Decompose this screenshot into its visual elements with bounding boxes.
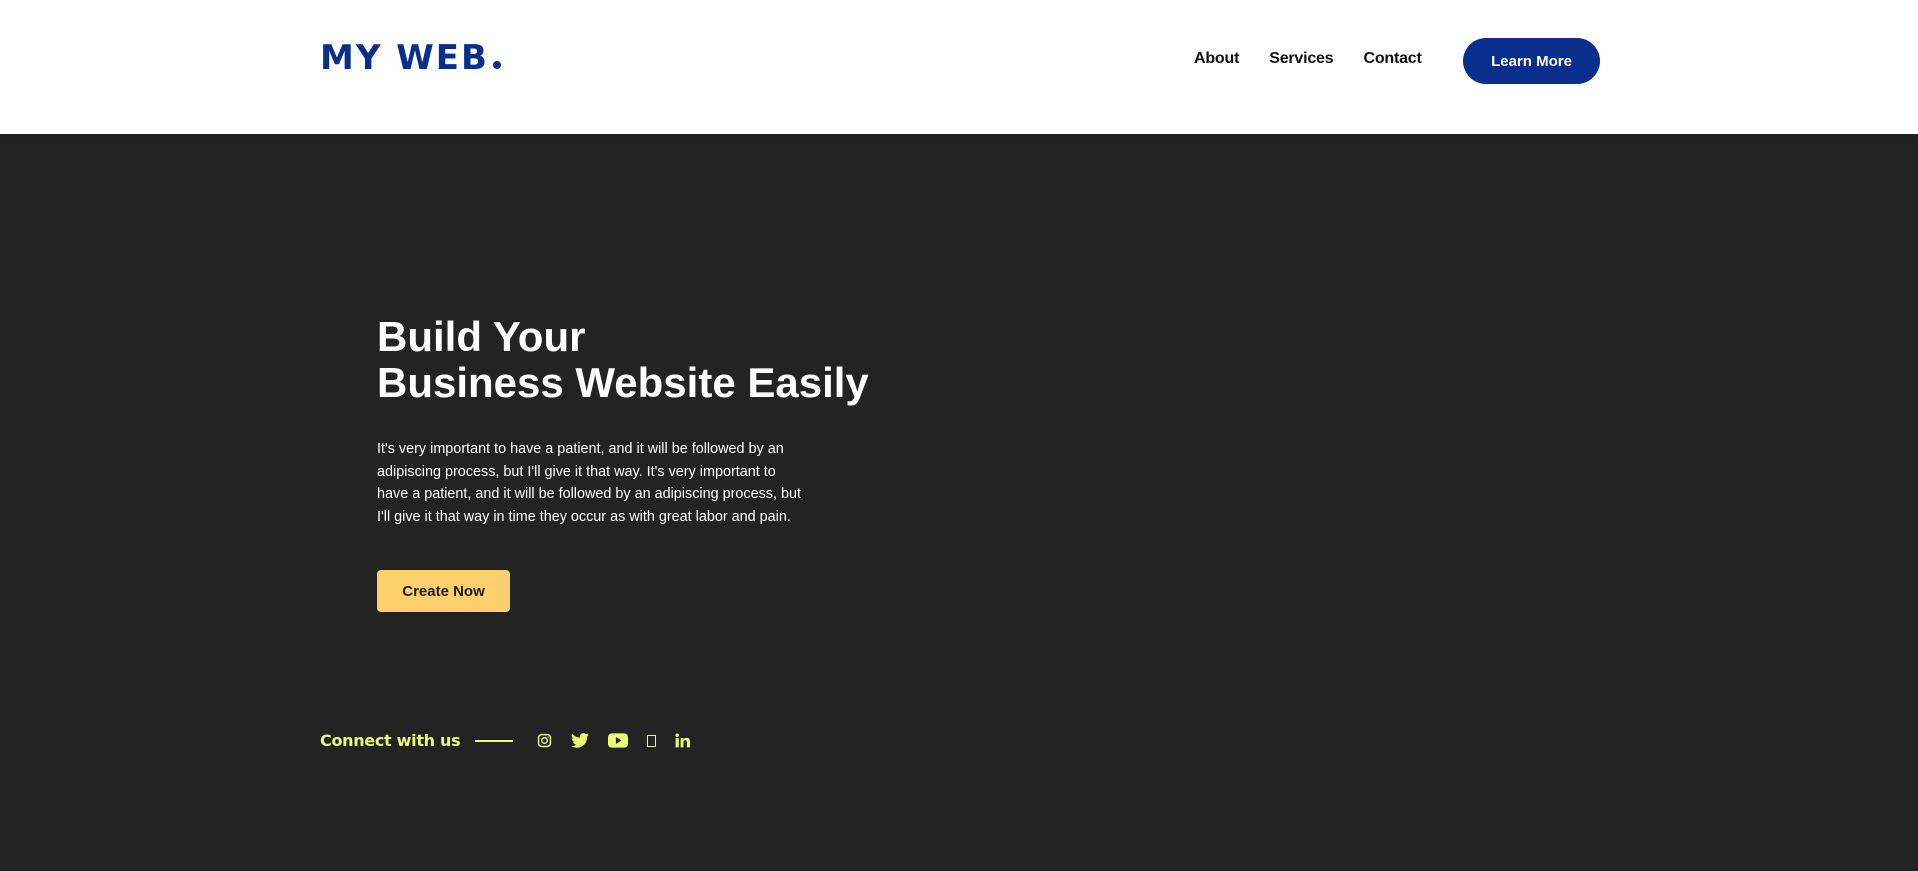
create-now-button[interactable]: Create Now (377, 570, 510, 612)
nav-link-about[interactable]: About (1194, 50, 1239, 68)
instagram-icon[interactable] (537, 733, 552, 748)
hero-title: Build Your Business Website Easily (377, 314, 869, 406)
social-links (537, 733, 691, 748)
nav-link-contact[interactable]: Contact (1363, 50, 1421, 68)
logo-dot (492, 61, 501, 69)
connect-with-us: Connect with us (320, 731, 691, 750)
linkedin-icon[interactable] (675, 733, 691, 748)
unknown-glyph-icon[interactable] (647, 734, 657, 747)
connect-divider (475, 739, 514, 742)
hero-description: It's very important to have a patient, a… (377, 441, 801, 525)
youtube-icon[interactable] (608, 733, 629, 748)
twitter-icon[interactable] (571, 733, 590, 748)
learn-more-button[interactable]: Learn More (1463, 38, 1600, 84)
connect-label: Connect with us (320, 731, 461, 750)
hero-title-line-2: Business Website Easily (377, 359, 869, 406)
hero-title-line-1: Build Your (377, 313, 586, 360)
site-logo[interactable]: MY WEB (320, 38, 501, 78)
site-header: MY WEB About Services Contact Learn More (0, 0, 1918, 134)
logo-text: MY WEB (320, 38, 489, 78)
nav-link-services[interactable]: Services (1269, 50, 1333, 68)
main-nav: About Services Contact (1194, 50, 1422, 68)
